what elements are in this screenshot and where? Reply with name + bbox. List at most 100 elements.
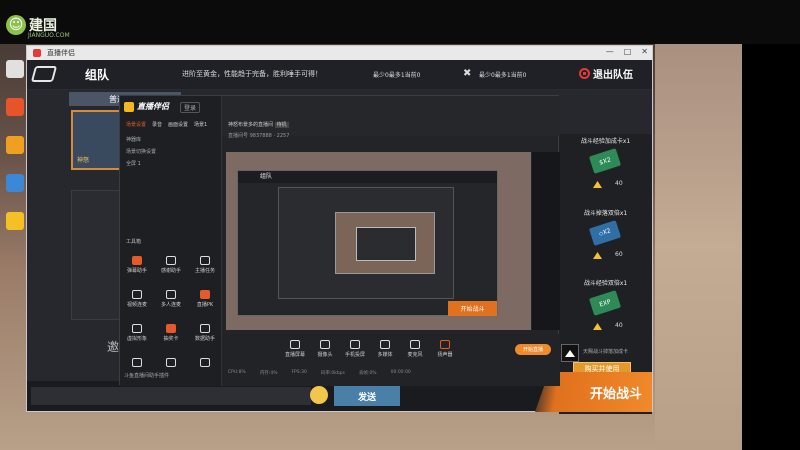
back-icon[interactable] (30, 66, 58, 82)
nested-stream-window (278, 187, 454, 299)
pk-icon (200, 290, 210, 299)
tool-label: 感谢助手 (160, 268, 181, 274)
minimize-button[interactable]: — (606, 47, 614, 56)
ticket-icon[interactable]: $X2 (588, 148, 622, 174)
coin-icon (593, 252, 602, 259)
tab-display[interactable]: 画面设置 (168, 121, 188, 128)
exit-team-button[interactable]: 退出队伍 (579, 66, 633, 81)
tool-multi-link[interactable]: 多人连麦 (156, 290, 186, 308)
danmaku-icon (132, 256, 142, 265)
btool-label: 摄像头 (317, 352, 333, 358)
screen-icon (290, 340, 300, 349)
tool-thanks[interactable]: 感谢助手 (156, 256, 186, 274)
btool-label: 麦克风 (407, 352, 423, 358)
triangle-up-icon (565, 349, 575, 357)
tool-lottery[interactable]: 抽奖卡 (156, 324, 186, 342)
chat-input[interactable] (31, 387, 311, 405)
login-button[interactable]: 登录 (180, 102, 201, 113)
stream-header (222, 96, 560, 136)
room-meta: 直播间号 9837888 · 2257 (228, 133, 290, 139)
stream-logo-icon (124, 101, 134, 112)
scene-item[interactable]: 神器库 (126, 136, 141, 143)
lottery-icon (166, 324, 176, 333)
tool-label: 直播PK (196, 302, 214, 308)
stream-tabs: 场景设置 录音 画面设置 场景1 (126, 121, 207, 128)
tool-task[interactable]: 主播任务 (190, 256, 220, 274)
stat-dropped: 丢帧:0% (358, 371, 377, 376)
btool-label: 扬声器 (437, 352, 453, 358)
tool-danmaku[interactable]: 弹幕助手 (122, 256, 152, 274)
tool-pk[interactable]: 直播PK (190, 290, 220, 308)
tab-audio[interactable]: 录音 (152, 121, 162, 128)
tool-more[interactable] (190, 358, 220, 369)
expand-button[interactable] (561, 344, 579, 362)
emoji-icon[interactable] (310, 386, 328, 404)
data-icon (200, 324, 210, 333)
reward-label: 战斗经验双倍x1 (583, 280, 628, 287)
invite-slot[interactable] (71, 190, 123, 320)
tool-label: 虚拟形象 (126, 336, 147, 342)
btool-phone[interactable]: 手机投屏 (342, 340, 368, 358)
stream-logo: 直播伴侣 (124, 101, 169, 112)
stream-sidebar: 直播伴侣 登录 场景设置 录音 画面设置 场景1 神器库 场景切换设置 全屏 1… (120, 96, 222, 386)
btool-mic[interactable]: 麦克风 (402, 340, 428, 358)
viewer-count: 2257 (276, 133, 290, 139)
btool-media[interactable]: 多媒体 (372, 340, 398, 358)
nested-start-button: 开始战斗 (448, 301, 497, 316)
app-icon (33, 49, 41, 57)
tab-scene[interactable]: 场景设置 (126, 121, 146, 128)
page-title: 组队 (85, 68, 110, 82)
desktop-app-icon[interactable] (6, 60, 24, 78)
logo-mark-icon: ☺ (6, 15, 26, 35)
exit-team-label: 退出队伍 (593, 70, 633, 81)
more-icon (200, 358, 210, 367)
ticket-icon[interactable]: EXP (588, 290, 622, 316)
coin-icon (593, 181, 602, 188)
desktop-app-icon[interactable] (6, 136, 24, 154)
tool-games[interactable] (122, 358, 152, 369)
reward-cost: 40 (615, 180, 623, 187)
btool-screen[interactable]: 直播屏幕 (282, 340, 308, 358)
room-badge: 待机 (274, 122, 289, 128)
btool-label: 多媒体 (377, 352, 393, 358)
preview-side-strip (532, 152, 560, 330)
speaker-icon (440, 340, 450, 349)
scene-item[interactable]: 场景切换设置 (126, 148, 156, 155)
nested-preview-innermost (356, 227, 416, 261)
tool-video-link[interactable]: 视频连麦 (122, 290, 152, 308)
tool-avatar[interactable]: 虚拟形象 (122, 324, 152, 342)
tool-label: 多人连麦 (160, 302, 181, 308)
reward-label: 战斗掉落双倍x1 (583, 210, 628, 217)
game-icon (132, 358, 142, 367)
close-button[interactable]: ✕ (641, 47, 648, 56)
slot-info: 最少0最多1当前0 (373, 72, 421, 79)
team-member-card[interactable]: 神怒 (71, 110, 123, 170)
multi-user-icon (166, 290, 176, 299)
toolbox-label: 工具箱 (126, 239, 142, 245)
desktop-app-icon[interactable] (6, 98, 24, 116)
nested-preview: 组队 开始战斗 (237, 170, 498, 316)
scene-item[interactable]: 全屏 1 (126, 160, 141, 167)
mic-icon (410, 340, 420, 349)
close-x-icon[interactable]: ✖ (463, 68, 471, 79)
slot-info-2: 最少0最多1当前0 (479, 72, 527, 79)
tool-plugin[interactable] (156, 358, 186, 369)
send-button[interactable]: 发送 (334, 386, 400, 406)
stream-logo-text: 直播伴侣 (137, 102, 169, 111)
stat-fps: FPS:30 (291, 370, 307, 375)
plugin-icon (166, 358, 176, 367)
btool-speaker[interactable]: 扬声器 (432, 340, 458, 358)
reward-cost: 60 (615, 251, 623, 258)
tab-scene1[interactable]: 场景1 (194, 121, 207, 128)
phone-icon (350, 340, 360, 349)
maximize-button[interactable]: □ (624, 47, 632, 56)
desktop-app-icon[interactable] (6, 174, 24, 192)
tool-data[interactable]: 数据助手 (190, 324, 220, 342)
member-name: 神怒 (77, 157, 90, 164)
ticket-icon[interactable]: ⬦X2 (588, 220, 622, 246)
desktop-app-icon[interactable] (6, 212, 24, 230)
btool-camera[interactable]: 摄像头 (312, 340, 338, 358)
go-live-button[interactable]: 开始直播 (515, 344, 551, 355)
logo-subtext: JIANGUO.COM (28, 32, 70, 39)
game-header: 组队 进阶至黄金，性能趋于完备，胜利唾手可得！ 最少0最多1当前0 ✖ 最少0最… (27, 60, 652, 90)
